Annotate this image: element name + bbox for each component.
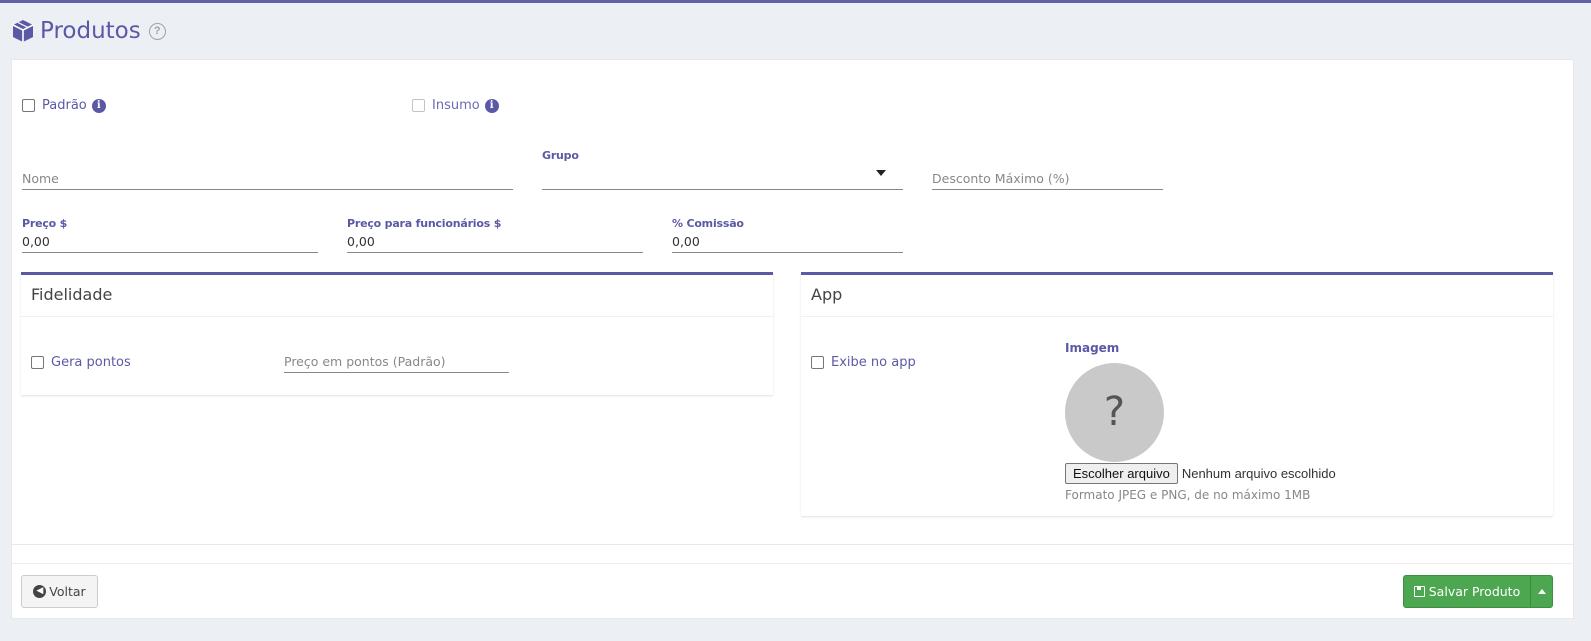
preco-pontos-input[interactable]: Preço em pontos (Padrão) [284, 351, 509, 373]
divider [12, 544, 1573, 545]
fidelidade-panel: Fidelidade Gera pontos Preço em pontos (… [21, 272, 773, 395]
exibe-app-checkbox[interactable] [811, 356, 824, 369]
preco-funcionarios-field[interactable]: Preço para funcionários $ 0,00 [347, 217, 643, 253]
preco-pontos-field[interactable]: Preço em pontos (Padrão) [284, 351, 509, 373]
choose-file-button[interactable]: Escolher arquivo [1065, 463, 1178, 484]
format-hint: Formato JPEG e PNG, de no máximo 1MB [1065, 488, 1311, 502]
exibe-app-label: Exibe no app [831, 355, 916, 370]
footer-divider [12, 563, 1573, 564]
nome-input[interactable]: Nome [22, 168, 513, 190]
caret-up-icon [1538, 589, 1546, 594]
gera-pontos-label: Gera pontos [51, 355, 131, 370]
gera-pontos-checkbox[interactable] [31, 356, 44, 369]
padrao-info-icon[interactable]: i [91, 98, 106, 113]
preco-input[interactable]: 0,00 [22, 231, 318, 253]
desconto-input[interactable]: Desconto Máximo (%) [932, 168, 1163, 190]
save-icon [1413, 586, 1425, 597]
help-icon[interactable]: ? [148, 22, 166, 40]
page-title: Produtos [40, 18, 141, 44]
comissao-label: % Comissão [672, 217, 744, 230]
save-options-toggle[interactable] [1530, 575, 1553, 608]
desconto-field[interactable]: Desconto Máximo (%) [932, 154, 1163, 190]
preco-funcionarios-label: Preço para funcionários $ [347, 217, 502, 230]
insumo-info-icon[interactable]: i [484, 98, 499, 113]
preco-field[interactable]: Preço $ 0,00 [22, 217, 318, 253]
padrao-label: Padrão [42, 98, 87, 113]
padrao-checkbox[interactable] [22, 99, 35, 112]
exibe-app-row[interactable]: Exibe no app [811, 355, 916, 370]
fidelidade-title: Fidelidade [21, 275, 773, 317]
padrao-checkbox-row[interactable]: Padrão i [22, 98, 106, 113]
save-button-label: Salvar Produto [1428, 584, 1521, 599]
file-input[interactable]: Escolher arquivo Nenhum arquivo escolhid… [1065, 463, 1336, 484]
nome-field[interactable]: Nome [22, 154, 513, 190]
comissao-input[interactable]: 0,00 [672, 231, 903, 253]
imagem-label: Imagem [1065, 341, 1120, 355]
insumo-label: Insumo [432, 98, 480, 113]
product-form-card: Padrão i Insumo i Nome Grupo Desconto Má… [11, 59, 1574, 619]
app-panel: App Exibe no app Imagem ? Escolher arqui… [801, 272, 1553, 516]
insumo-checkbox-row[interactable]: Insumo i [412, 98, 499, 113]
page-header: Produtos ? [10, 15, 166, 47]
save-product-button[interactable]: Salvar Produto [1403, 575, 1531, 608]
app-title: App [801, 275, 1553, 317]
grupo-label: Grupo [542, 149, 579, 162]
back-button[interactable]: ◀ Voltar [21, 575, 98, 608]
insumo-checkbox[interactable] [412, 99, 425, 112]
top-accent-bar [0, 0, 1591, 3]
comissao-field[interactable]: % Comissão 0,00 [672, 217, 903, 253]
back-button-label: Voltar [49, 584, 86, 599]
grupo-field[interactable]: Grupo [542, 149, 903, 190]
preco-funcionarios-input[interactable]: 0,00 [347, 231, 643, 253]
image-placeholder: ? [1065, 363, 1164, 462]
grupo-select[interactable] [542, 163, 903, 190]
box-icon [12, 20, 34, 42]
arrow-left-icon: ◀ [33, 585, 47, 598]
caret-down-icon [876, 170, 886, 176]
gera-pontos-row[interactable]: Gera pontos [31, 355, 131, 370]
preco-label: Preço $ [22, 217, 68, 230]
file-status: Nenhum arquivo escolhido [1181, 466, 1336, 481]
